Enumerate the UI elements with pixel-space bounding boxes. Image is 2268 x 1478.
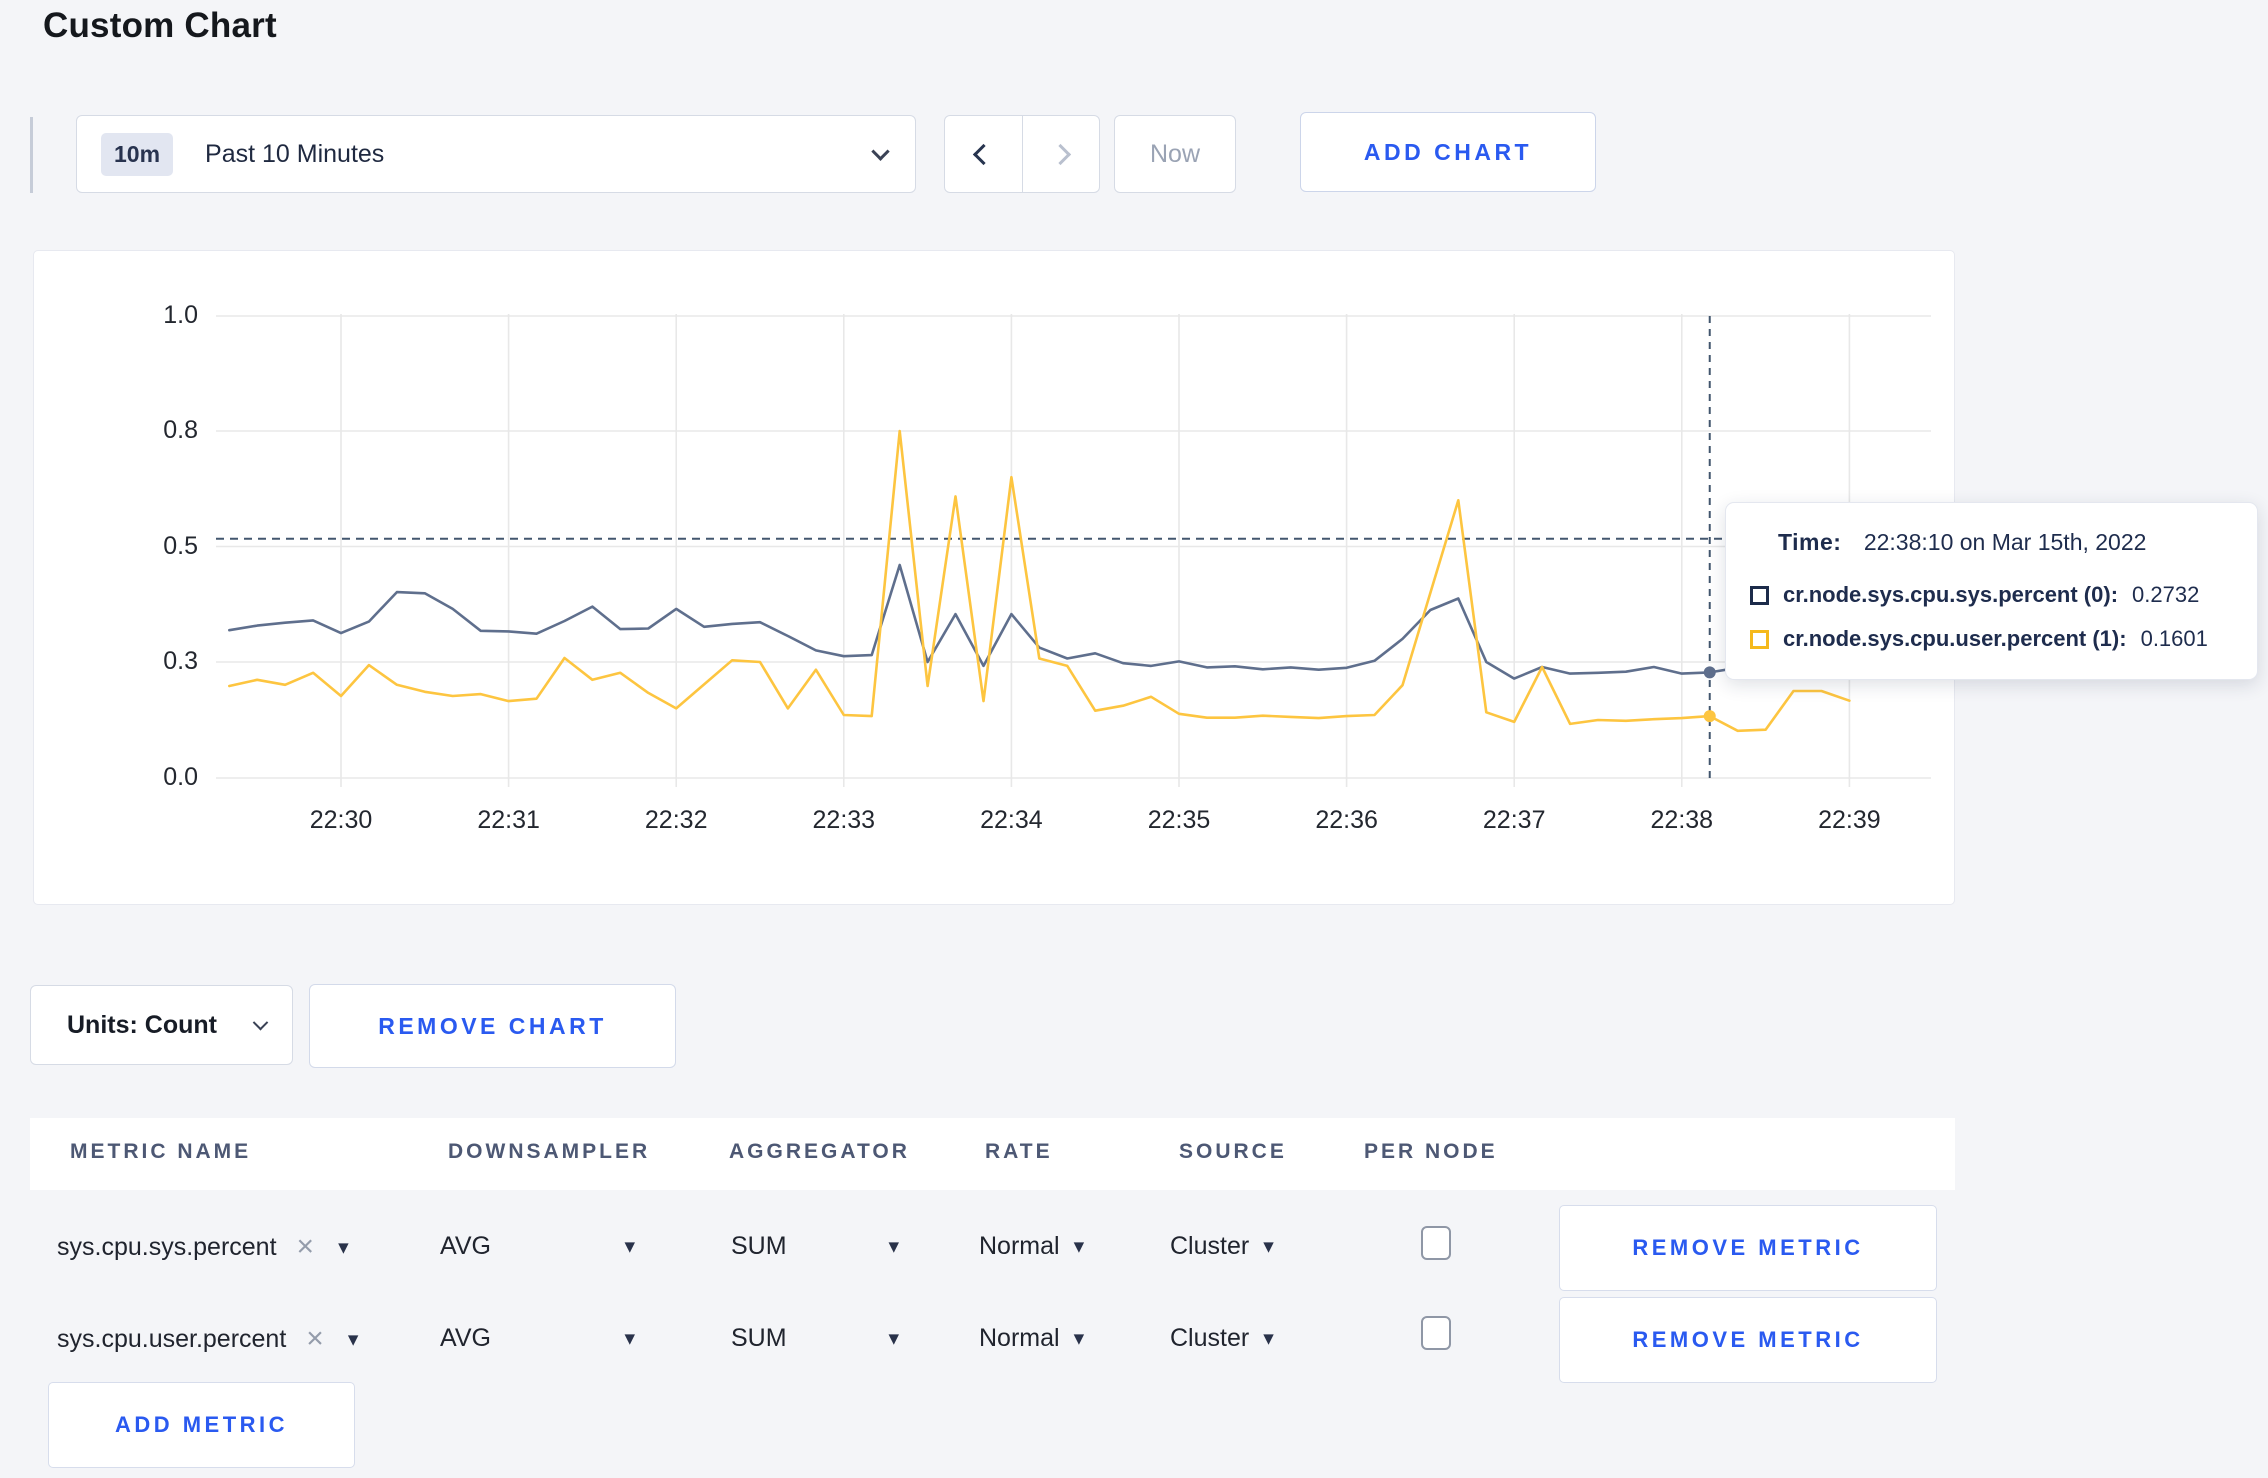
source-select[interactable]: Cluster ▾ xyxy=(1170,1232,1274,1261)
dropdown-caret-icon: ▾ xyxy=(347,1327,359,1351)
downsampler-select[interactable]: AVG ▾ xyxy=(440,1232,635,1261)
x-axis-label: 22:35 xyxy=(1147,806,1211,834)
y-axis-label: 0.0 xyxy=(163,763,198,791)
y-axis-label: 0.3 xyxy=(163,647,198,675)
x-axis-label: 22:34 xyxy=(980,806,1043,834)
legend-swatch-user-icon xyxy=(1750,629,1769,649)
remove-metric-label: REMOVE METRIC xyxy=(1632,1235,1864,1260)
chevron-down-icon xyxy=(252,1014,269,1030)
col-header-metric-name: METRIC NAME xyxy=(70,1140,252,1163)
downsampler-value: AVG xyxy=(440,1232,491,1260)
chart-tooltip: Time: 22:38:10 on Mar 15th, 2022 cr.node… xyxy=(1725,502,2258,680)
x-axis-label: 22:30 xyxy=(309,806,373,834)
col-header-per-node: PER NODE xyxy=(1364,1140,1498,1163)
now-button[interactable]: Now xyxy=(1114,115,1236,193)
dropdown-caret-icon: ▾ xyxy=(888,1327,899,1350)
page-title: Custom Chart xyxy=(43,6,277,45)
col-header-downsampler: DOWNSAMPLER xyxy=(448,1140,651,1163)
units-select[interactable]: Units: Count xyxy=(30,985,293,1065)
remove-metric-button[interactable]: REMOVE METRIC xyxy=(1559,1297,1937,1383)
source-value: Cluster xyxy=(1170,1232,1250,1260)
clear-metric-icon[interactable]: × xyxy=(297,1230,315,1264)
per-node-checkbox[interactable] xyxy=(1421,1226,1451,1260)
chevron-right-icon xyxy=(1050,143,1072,165)
tooltip-time-value: 22:38:10 on Mar 15th, 2022 xyxy=(1863,529,2147,555)
time-range-badge: 10m xyxy=(101,132,174,176)
dropdown-caret-icon: ▾ xyxy=(888,1235,899,1258)
tooltip-time-label: Time: xyxy=(1778,529,1842,555)
rate-select[interactable]: Normal ▾ xyxy=(979,1232,1084,1261)
chevron-down-icon xyxy=(871,141,890,161)
prev-interval-button[interactable] xyxy=(945,116,1022,192)
tooltip-series-row: cr.node.sys.cpu.user.percent (1): 0.1601 xyxy=(1750,626,2208,651)
y-axis-label: 1.0 xyxy=(163,301,198,329)
metric-name-select[interactable]: sys.cpu.user.percent × ▾ xyxy=(57,1322,358,1356)
x-axis-label: 22:38 xyxy=(1650,806,1714,834)
clear-metric-icon[interactable]: × xyxy=(306,1322,324,1356)
remove-chart-button[interactable]: REMOVE CHART xyxy=(309,984,676,1068)
chart-card: 1.0 0.8 0.5 0.3 0.0 22:30 22:31 22:32 22:33 22:34… xyxy=(33,250,1955,905)
dropdown-caret-icon: ▾ xyxy=(1263,1327,1274,1350)
units-label: Units: Count xyxy=(67,1010,217,1039)
y-axis-label: 0.5 xyxy=(163,531,198,560)
crosshair-dot-0 xyxy=(1703,666,1716,679)
col-header-aggregator: AGGREGATOR xyxy=(729,1140,910,1163)
add-metric-button[interactable]: ADD METRIC xyxy=(48,1382,355,1468)
per-node-checkbox[interactable] xyxy=(1421,1316,1451,1350)
dropdown-caret-icon: ▾ xyxy=(1073,1327,1085,1350)
metric-name-value: sys.cpu.sys.percent xyxy=(57,1232,277,1261)
source-select[interactable]: Cluster ▾ xyxy=(1170,1324,1274,1353)
add-metric-label: ADD METRIC xyxy=(114,1412,289,1437)
add-chart-button[interactable]: ADD CHART xyxy=(1300,112,1596,192)
dropdown-caret-icon: ▾ xyxy=(1073,1235,1085,1258)
x-axis-label: 22:31 xyxy=(477,806,540,834)
col-header-rate: RATE xyxy=(985,1140,1053,1163)
tooltip-series-label: cr.node.sys.cpu.sys.percent (0): xyxy=(1783,582,2119,607)
metric-name-select[interactable]: sys.cpu.sys.percent × ▾ xyxy=(57,1230,349,1264)
dropdown-caret-icon: ▾ xyxy=(338,1235,349,1259)
tooltip-series-label: cr.node.sys.cpu.user.percent (1): xyxy=(1783,626,2127,651)
time-range-label: Past 10 Minutes xyxy=(205,139,385,168)
metric-name-value: sys.cpu.user.percent xyxy=(57,1324,287,1353)
x-axis-label: 22:39 xyxy=(1818,806,1881,834)
tooltip-series-value: 0.1601 xyxy=(2140,626,2208,651)
remove-metric-label: REMOVE METRIC xyxy=(1632,1327,1864,1352)
aggregator-select[interactable]: SUM ▾ xyxy=(731,1324,899,1353)
rate-select[interactable]: Normal ▾ xyxy=(979,1324,1084,1353)
tooltip-time-row: Time: 22:38:10 on Mar 15th, 2022 xyxy=(1778,529,2146,556)
downsampler-value: AVG xyxy=(440,1324,491,1352)
x-axis-label: 22:36 xyxy=(1315,806,1378,834)
interval-nav xyxy=(944,115,1100,193)
aggregator-value: SUM xyxy=(731,1232,787,1260)
remove-metric-button[interactable]: REMOVE METRIC xyxy=(1559,1205,1937,1291)
aggregator-value: SUM xyxy=(731,1324,787,1352)
source-value: Cluster xyxy=(1170,1324,1250,1352)
dropdown-caret-icon: ▾ xyxy=(624,1327,635,1350)
time-range-select[interactable]: 10m Past 10 Minutes xyxy=(76,115,916,193)
x-axis-label: 22:33 xyxy=(812,806,876,834)
aggregator-select[interactable]: SUM ▾ xyxy=(731,1232,899,1261)
y-axis-label: 0.8 xyxy=(163,416,198,444)
toolbar-divider xyxy=(30,117,33,193)
series-line-1 xyxy=(228,429,1851,733)
crosshair-dot-1 xyxy=(1703,710,1716,723)
rate-value: Normal xyxy=(979,1324,1060,1352)
chevron-left-icon xyxy=(972,143,994,165)
legend-swatch-sys-icon xyxy=(1750,585,1769,605)
col-header-source: SOURCE xyxy=(1179,1140,1287,1163)
rate-value: Normal xyxy=(979,1232,1060,1260)
next-interval-button[interactable] xyxy=(1021,116,1100,192)
downsampler-select[interactable]: AVG ▾ xyxy=(440,1324,635,1353)
x-axis-label: 22:37 xyxy=(1482,806,1546,834)
tooltip-series-row: cr.node.sys.cpu.sys.percent (0): 0.2732 xyxy=(1750,582,2200,607)
dropdown-caret-icon: ▾ xyxy=(1263,1235,1274,1258)
x-axis-label: 22:32 xyxy=(644,806,708,834)
tooltip-series-value: 0.2732 xyxy=(2132,582,2200,607)
metrics-table-header: METRIC NAME DOWNSAMPLER AGGREGATOR RATE … xyxy=(30,1118,1955,1190)
dropdown-caret-icon: ▾ xyxy=(624,1235,635,1258)
